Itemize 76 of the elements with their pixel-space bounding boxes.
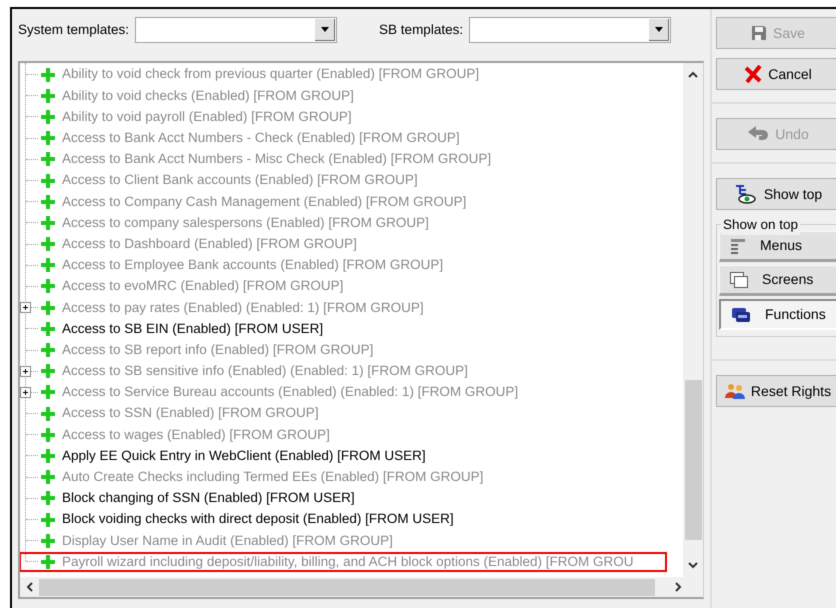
right-item[interactable]: Access to Dashboard (Enabled) [FROM GROUP] bbox=[62, 234, 357, 254]
plus-icon bbox=[40, 342, 56, 358]
template-label: SB templates: bbox=[379, 20, 464, 39]
right-item[interactable]: Access to Employee Bank accounts (Enabled) [FROM GROUP] bbox=[62, 255, 444, 276]
expand-icon[interactable] bbox=[20, 386, 31, 398]
right-item[interactable]: Access to SSN (Enabled) [FROM GROUP] bbox=[62, 403, 319, 424]
plus-icon bbox=[40, 257, 56, 274]
right-item[interactable]: Ability to void payroll (Enabled) [FROM GROUP] bbox=[62, 106, 352, 128]
cross-icon bbox=[744, 65, 762, 83]
plus-icon bbox=[40, 363, 56, 380]
scroll-left-icon[interactable] bbox=[26, 582, 33, 592]
horizontal-scrollbar[interactable] bbox=[20, 577, 703, 597]
right-item[interactable]: Access to wages (Enabled) [FROM GROUP] bbox=[62, 424, 330, 445]
plus-icon bbox=[40, 278, 56, 294]
right-item[interactable]: Access to SB sensitive info (Enabled) (Enabled: 1) [FROM GROUP] bbox=[62, 361, 468, 382]
right-item[interactable]: Payroll wizard including deposit/liability, billing, and ACH block options (Enabled) [FROM GROU bbox=[62, 552, 634, 572]
dropdown-arrow-icon bbox=[320, 27, 329, 32]
right-item[interactable]: Access to evoMRC (Enabled) [FROM GROUP] bbox=[62, 276, 344, 297]
reset-rights-button[interactable]: Reset Rights bbox=[716, 375, 836, 407]
plus-icon bbox=[40, 214, 56, 231]
right-item[interactable]: Block voiding checks with direct deposit (Enabled) [FROM USER] bbox=[62, 509, 454, 530]
scroll-up-icon[interactable] bbox=[688, 71, 698, 78]
plus-icon bbox=[40, 151, 56, 168]
people-icon bbox=[724, 383, 745, 399]
plus-icon bbox=[40, 172, 56, 189]
right-item[interactable]: Block changing of SSN (Enabled) [FROM USER] bbox=[62, 488, 355, 508]
plus-icon bbox=[40, 512, 56, 528]
right-item[interactable]: Access to Bank Acct Numbers - Check (Enabled) [FROM GROUP] bbox=[62, 128, 460, 148]
menu-list-icon bbox=[730, 238, 746, 254]
tree-eye-icon bbox=[734, 184, 758, 204]
dropdown-arrow-icon bbox=[654, 27, 663, 32]
scroll-right-icon[interactable] bbox=[675, 582, 682, 592]
plus-icon bbox=[40, 426, 56, 443]
right-item[interactable]: Apply EE Quick Entry in WebClient (Enabled) [FROM USER] bbox=[62, 446, 426, 466]
dialog-icon bbox=[731, 306, 751, 322]
vertical-scrollbar[interactable] bbox=[683, 63, 703, 577]
plus-icon bbox=[40, 384, 56, 400]
template-dropdown[interactable] bbox=[469, 17, 672, 43]
plus-icon bbox=[40, 554, 56, 570]
show-on-top-option[interactable]: Screens bbox=[719, 265, 836, 296]
right-item[interactable]: Access to Client Bank accounts (Enabled) [FROM GROUP] bbox=[62, 170, 418, 191]
plus-icon bbox=[40, 236, 56, 252]
plus-icon bbox=[40, 194, 56, 210]
expand-icon[interactable] bbox=[20, 302, 31, 314]
plus-icon bbox=[40, 88, 56, 104]
plus-icon bbox=[40, 469, 56, 486]
right-item[interactable]: Display User Name in Audit (Enabled) [FROM GROUP] bbox=[62, 530, 393, 551]
action-button[interactable]: Show top bbox=[716, 178, 836, 210]
right-item[interactable]: Ability to void check from previous quarter (Enabled) [FROM GROUP] bbox=[62, 64, 480, 85]
right-item[interactable]: Ability to void checks (Enabled) [FROM GROUP] bbox=[62, 86, 354, 106]
plus-icon bbox=[40, 108, 56, 125]
plus-icon bbox=[40, 532, 56, 549]
undo-arrow-icon bbox=[747, 126, 770, 142]
expand-icon[interactable] bbox=[20, 366, 31, 377]
plus-icon bbox=[40, 130, 56, 146]
plus-icon bbox=[40, 66, 56, 83]
template-dropdown[interactable] bbox=[135, 17, 338, 43]
plus-icon bbox=[40, 448, 56, 464]
right-item[interactable]: Access to Company Cash Management (Enabled) [FROM GROUP] bbox=[62, 192, 466, 212]
template-label: System templates: bbox=[18, 20, 130, 39]
scroll-down-icon[interactable] bbox=[688, 562, 698, 569]
right-item[interactable]: Auto Create Checks including Termed EEs (Enabled) [FROM GROUP] bbox=[62, 467, 484, 488]
plus-icon bbox=[40, 490, 56, 506]
right-item[interactable]: Access to Bank Acct Numbers - Misc Check (Enabled) [FROM GROUP] bbox=[62, 149, 492, 170]
right-item[interactable]: Access to pay rates (Enabled) (Enabled: 1) [FROM GROUP] bbox=[62, 298, 424, 318]
right-item[interactable]: Access to company salespersons (Enabled) [FROM GROUP] bbox=[62, 212, 429, 234]
right-item[interactable]: Access to SB EIN (Enabled) [FROM USER] bbox=[62, 318, 324, 339]
action-button[interactable]: Cancel bbox=[716, 58, 836, 90]
show-on-top-option[interactable]: Menus bbox=[719, 231, 836, 262]
plus-icon bbox=[40, 300, 56, 316]
windows-icon bbox=[730, 272, 748, 288]
plus-icon bbox=[40, 320, 56, 337]
right-item[interactable]: Access to SB report info (Enabled) [FROM GROUP] bbox=[62, 340, 374, 360]
plus-icon bbox=[40, 406, 56, 422]
show-on-top-option[interactable]: Functions bbox=[719, 299, 836, 330]
right-item[interactable]: Access to Service Bureau accounts (Enabled) (Enabled: 1) [FROM GROUP] bbox=[62, 382, 518, 403]
